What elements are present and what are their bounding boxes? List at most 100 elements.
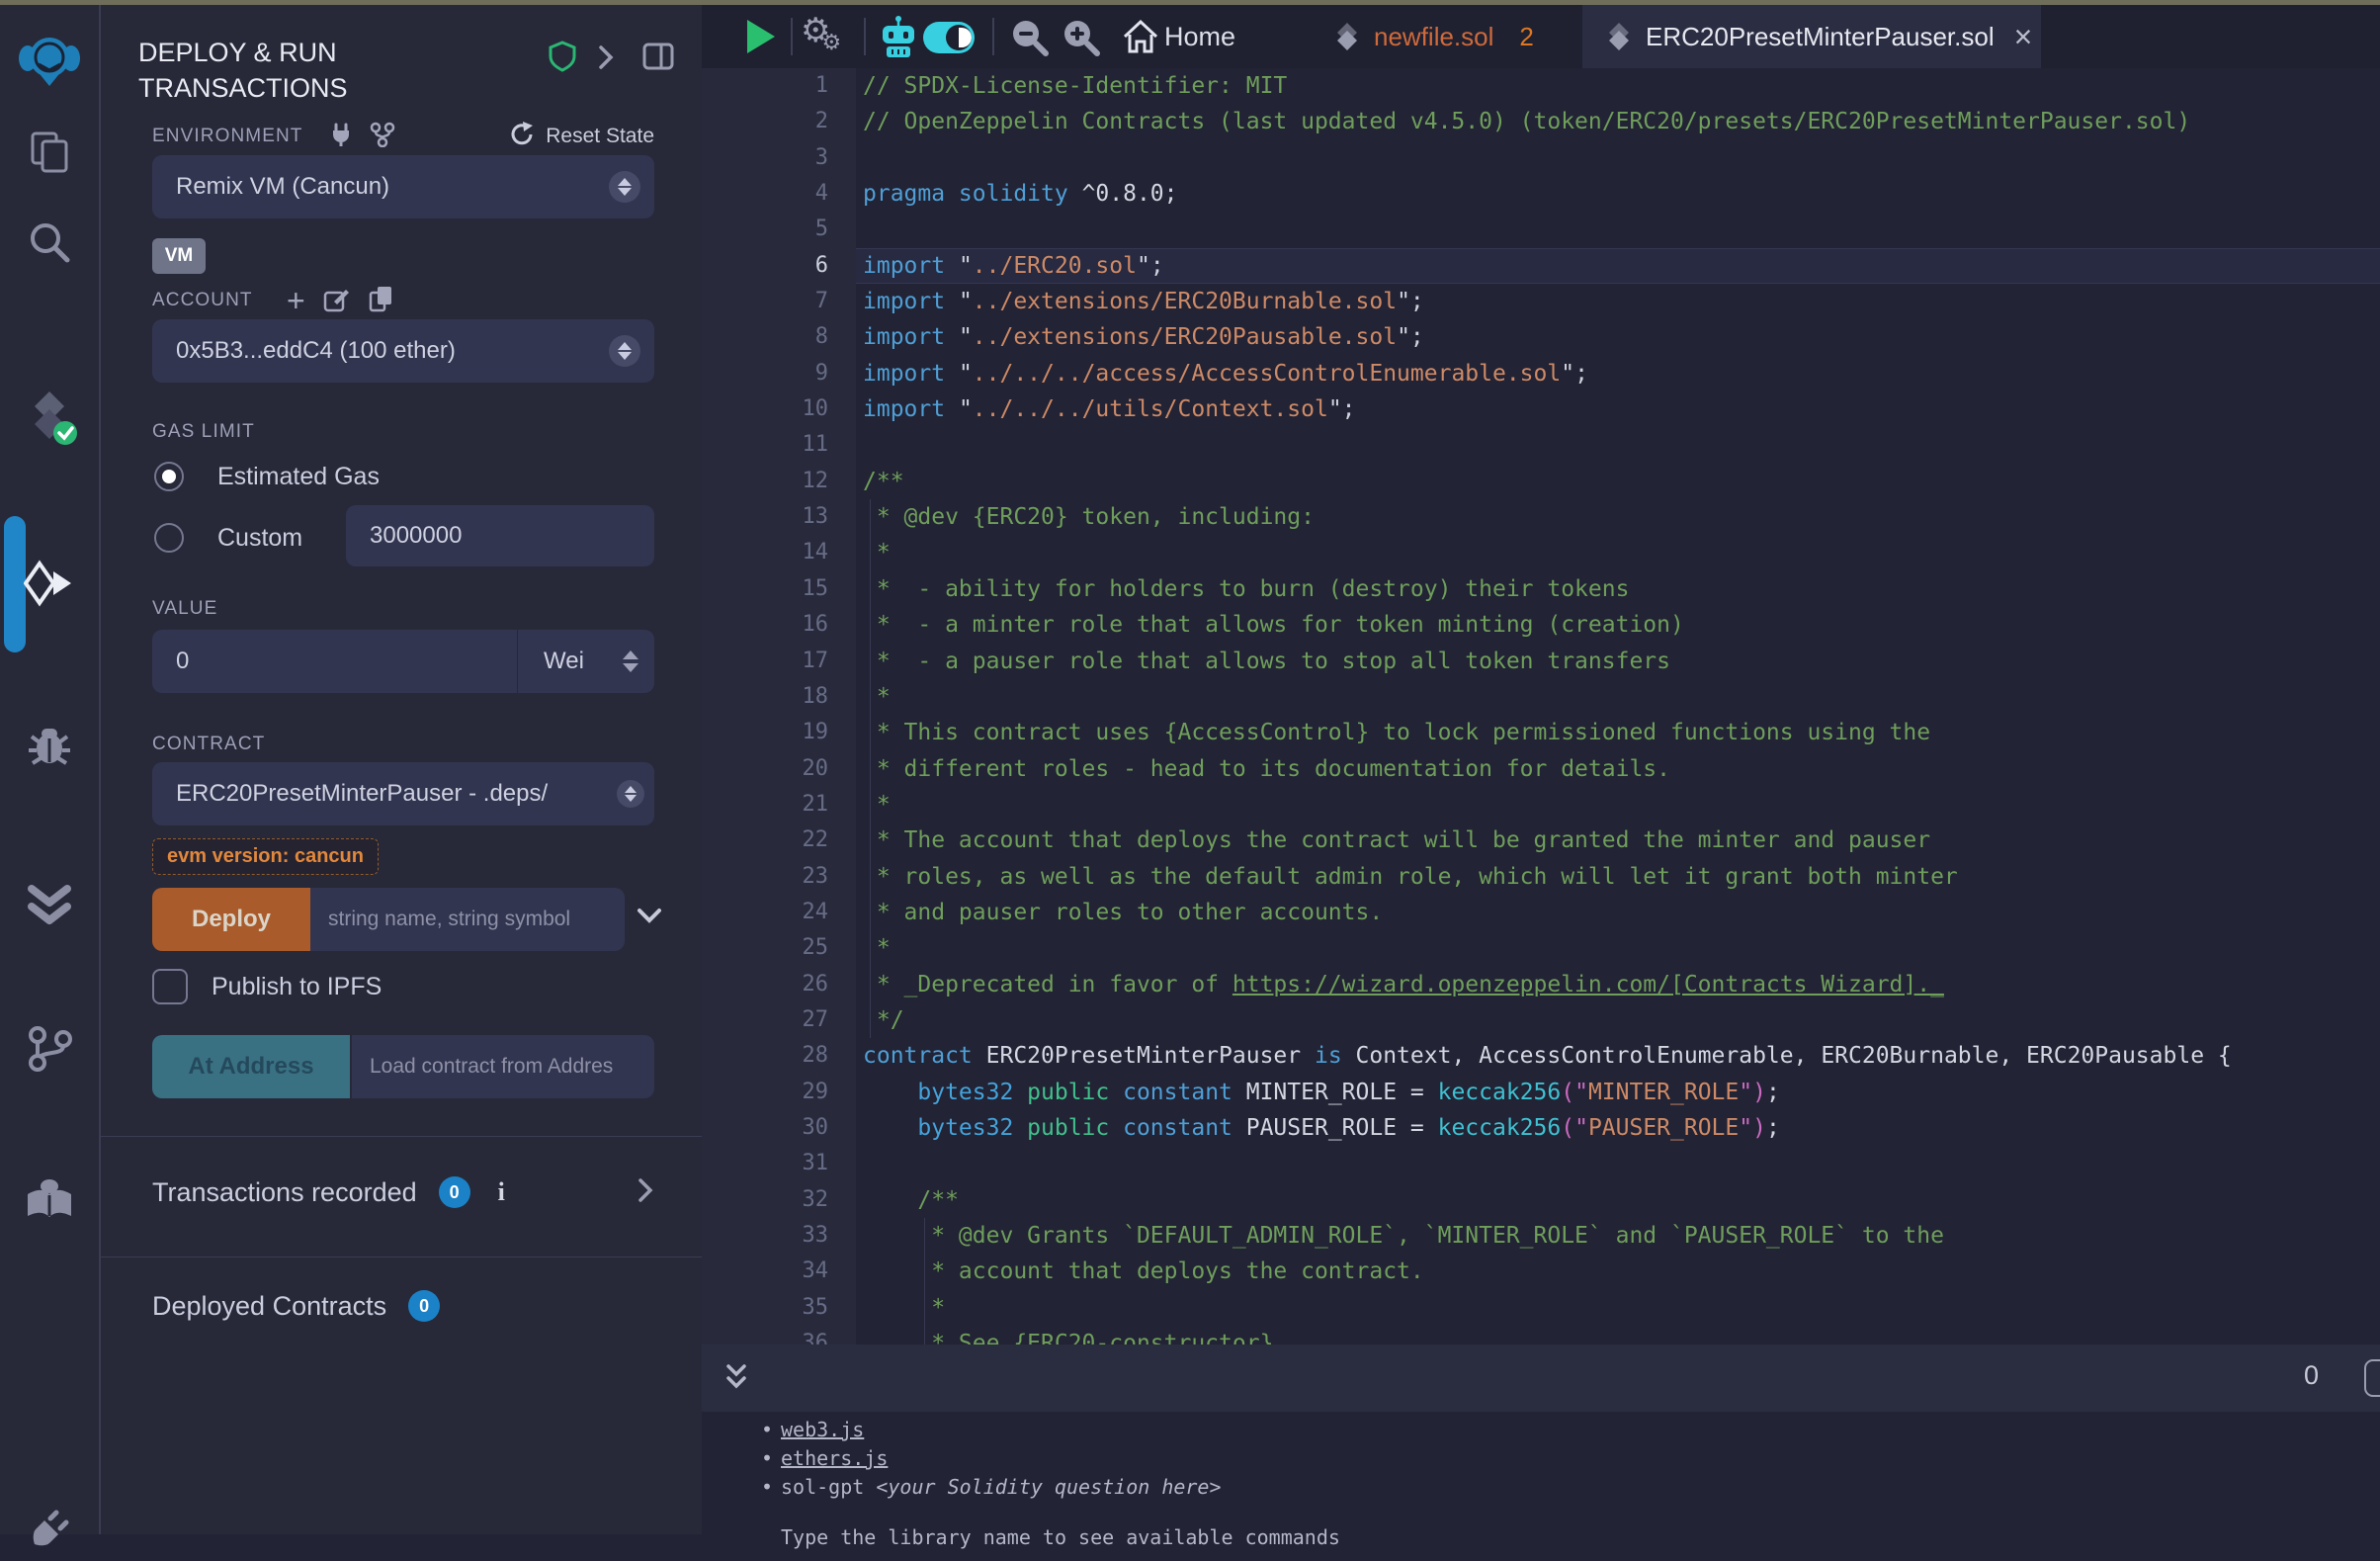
contract-select[interactable]: ERC20PresetMinterPauser - .deps/: [152, 762, 654, 825]
code-line[interactable]: * @dev {ERC20} token, including:: [863, 499, 2232, 535]
home-tab[interactable]: Home: [1164, 22, 1235, 52]
deploy-and-run-icon[interactable]: [0, 554, 99, 617]
code-line[interactable]: * _Deprecated in favor of https://wizard…: [863, 967, 2232, 1002]
value-unit-select[interactable]: Wei: [518, 648, 654, 675]
code-editor[interactable]: 1234567891011121314151617181920212223242…: [702, 68, 2380, 1344]
code-line[interactable]: import "../../../utils/Context.sol";: [863, 391, 2232, 427]
estimated-gas-label: Estimated Gas: [217, 463, 380, 491]
at-address-button[interactable]: At Address: [152, 1035, 350, 1098]
code-line[interactable]: import "../extensions/ERC20Burnable.sol"…: [863, 284, 2232, 319]
expand-transactions-icon[interactable]: [637, 1176, 654, 1209]
reset-state-icon[interactable]: [510, 122, 536, 152]
unit-stepper-icon[interactable]: [623, 650, 638, 672]
info-icon[interactable]: i: [498, 1177, 505, 1207]
custom-gas-input[interactable]: 3000000: [346, 505, 654, 566]
code-line[interactable]: */: [863, 1002, 2232, 1038]
code-line[interactable]: contract ERC20PresetMinterPauser is Cont…: [863, 1038, 2232, 1074]
code-line[interactable]: *: [863, 535, 2232, 570]
code-line[interactable]: *: [863, 930, 2232, 966]
zoom-in-icon[interactable]: [1062, 18, 1101, 62]
code-line[interactable]: * account that deploys the contract.: [863, 1254, 2232, 1289]
reset-state-button[interactable]: Reset State: [546, 125, 654, 148]
line-number: 2: [702, 104, 828, 139]
code-line[interactable]: // OpenZeppelin Contracts (last updated …: [863, 104, 2232, 139]
code-line[interactable]: * and pauser roles to other accounts.: [863, 895, 2232, 930]
code-line[interactable]: *: [863, 1290, 2232, 1326]
plug-icon[interactable]: [0, 1498, 99, 1561]
code-line[interactable]: [863, 140, 2232, 176]
code-line[interactable]: [863, 212, 2232, 247]
plugin-manager-icon[interactable]: [0, 1170, 99, 1233]
git-icon[interactable]: [0, 1017, 99, 1081]
code-line[interactable]: * - a minter role that allows for token …: [863, 607, 2232, 643]
line-number: 29: [702, 1075, 828, 1110]
copilot-toggle[interactable]: [923, 22, 975, 53]
solidity-compiler-icon[interactable]: [0, 387, 99, 450]
search-icon[interactable]: [0, 211, 99, 274]
add-account-icon[interactable]: +: [287, 288, 305, 313]
code-line[interactable]: * - ability for holders to burn (destroy…: [863, 571, 2232, 607]
publish-ipfs-checkbox[interactable]: [152, 969, 188, 1004]
at-address-input[interactable]: Load contract from Addres: [352, 1035, 654, 1098]
ai-assistant-robot-icon[interactable]: [878, 15, 919, 65]
file-explorer-icon[interactable]: [0, 121, 99, 184]
home-icon[interactable]: [1121, 17, 1160, 61]
chevron-right-icon[interactable]: [597, 44, 615, 75]
estimated-gas-radio[interactable]: [154, 462, 184, 491]
solidity-file-icon: [1334, 22, 1360, 51]
code-line[interactable]: import "../extensions/ERC20Pausable.sol"…: [863, 319, 2232, 355]
code-line[interactable]: import "../../../access/AccessControlEnu…: [863, 356, 2232, 391]
fork-environment-icon[interactable]: [370, 122, 395, 152]
copy-account-icon[interactable]: [369, 285, 394, 317]
deploy-button[interactable]: Deploy: [152, 888, 310, 951]
code-line[interactable]: bytes32 public constant MINTER_ROLE = ke…: [863, 1075, 2232, 1110]
edit-account-icon[interactable]: [323, 285, 351, 317]
code-line[interactable]: * This contract uses {AccessControl} to …: [863, 715, 2232, 750]
code-line[interactable]: pragma solidity ^0.8.0;: [863, 176, 2232, 212]
value-input[interactable]: 0: [176, 648, 517, 675]
collapse-terminal-icon[interactable]: [722, 1362, 751, 1399]
environment-select[interactable]: Remix VM (Cancun): [152, 155, 654, 218]
line-number: 16: [702, 607, 828, 643]
code-line[interactable]: * @dev Grants `DEFAULT_ADMIN_ROLE`, `MIN…: [863, 1218, 2232, 1254]
code-line[interactable]: /**: [863, 1182, 2232, 1218]
code-line[interactable]: [863, 427, 2232, 463]
tab-erc20presetminterpauser[interactable]: ERC20PresetMinterPauser.sol ×: [1582, 5, 2041, 68]
code-line[interactable]: *: [863, 787, 2232, 823]
code-line[interactable]: bytes32 public constant PAUSER_ROLE = ke…: [863, 1110, 2232, 1146]
terminal-entry[interactable]: •ethers.js: [761, 1444, 1222, 1473]
custom-gas-label: Custom: [217, 524, 302, 553]
expand-params-icon[interactable]: [635, 903, 664, 933]
plug-environment-icon[interactable]: [328, 122, 354, 152]
remix-logo-icon[interactable]: [0, 30, 99, 93]
zoom-out-icon[interactable]: [1010, 18, 1050, 62]
code-line[interactable]: * See {ERC20-constructor}.: [863, 1326, 2232, 1344]
code-line[interactable]: * - a pauser role that allows to stop al…: [863, 644, 2232, 679]
deploy-params-input[interactable]: string name, string symbol: [310, 888, 625, 951]
toggle-knob: [946, 25, 972, 50]
listen-transactions-checkbox[interactable]: [2364, 1359, 2380, 1397]
close-tab-icon[interactable]: ×: [2014, 21, 2033, 52]
custom-gas-radio[interactable]: [154, 523, 184, 553]
terminal-entry[interactable]: •web3.js: [761, 1416, 1222, 1444]
shield-icon[interactable]: [548, 41, 577, 77]
code-line[interactable]: // SPDX-License-Identifier: MIT: [863, 68, 2232, 104]
line-number: 5: [702, 212, 828, 247]
code-line[interactable]: /**: [863, 464, 2232, 499]
code-line[interactable]: [863, 1146, 2232, 1181]
terminal-output[interactable]: •web3.js•ethers.js•sol-gpt <your Solidit…: [702, 1412, 2380, 1534]
tab-newfile[interactable]: newfile.sol 2: [1334, 5, 1534, 68]
code-line[interactable]: import "../ERC20.sol";: [863, 248, 2232, 284]
code-line[interactable]: * The account that deploys the contract …: [863, 823, 2232, 858]
solidity-file-icon: [1606, 22, 1632, 51]
code-line[interactable]: *: [863, 679, 2232, 715]
code-line[interactable]: * roles, as well as the default admin ro…: [863, 859, 2232, 895]
debugger-icon[interactable]: [0, 713, 99, 776]
account-select[interactable]: 0x5B3...eddC4 (100 ether): [152, 319, 654, 383]
pin-panel-icon[interactable]: [642, 43, 674, 75]
run-script-play-icon[interactable]: [747, 20, 775, 53]
script-config-icon[interactable]: ⚙⚙: [801, 11, 850, 50]
unit-testing-icon[interactable]: [0, 871, 99, 934]
value-row: 0 Wei: [152, 630, 654, 693]
code-line[interactable]: * different roles - head to its document…: [863, 751, 2232, 787]
